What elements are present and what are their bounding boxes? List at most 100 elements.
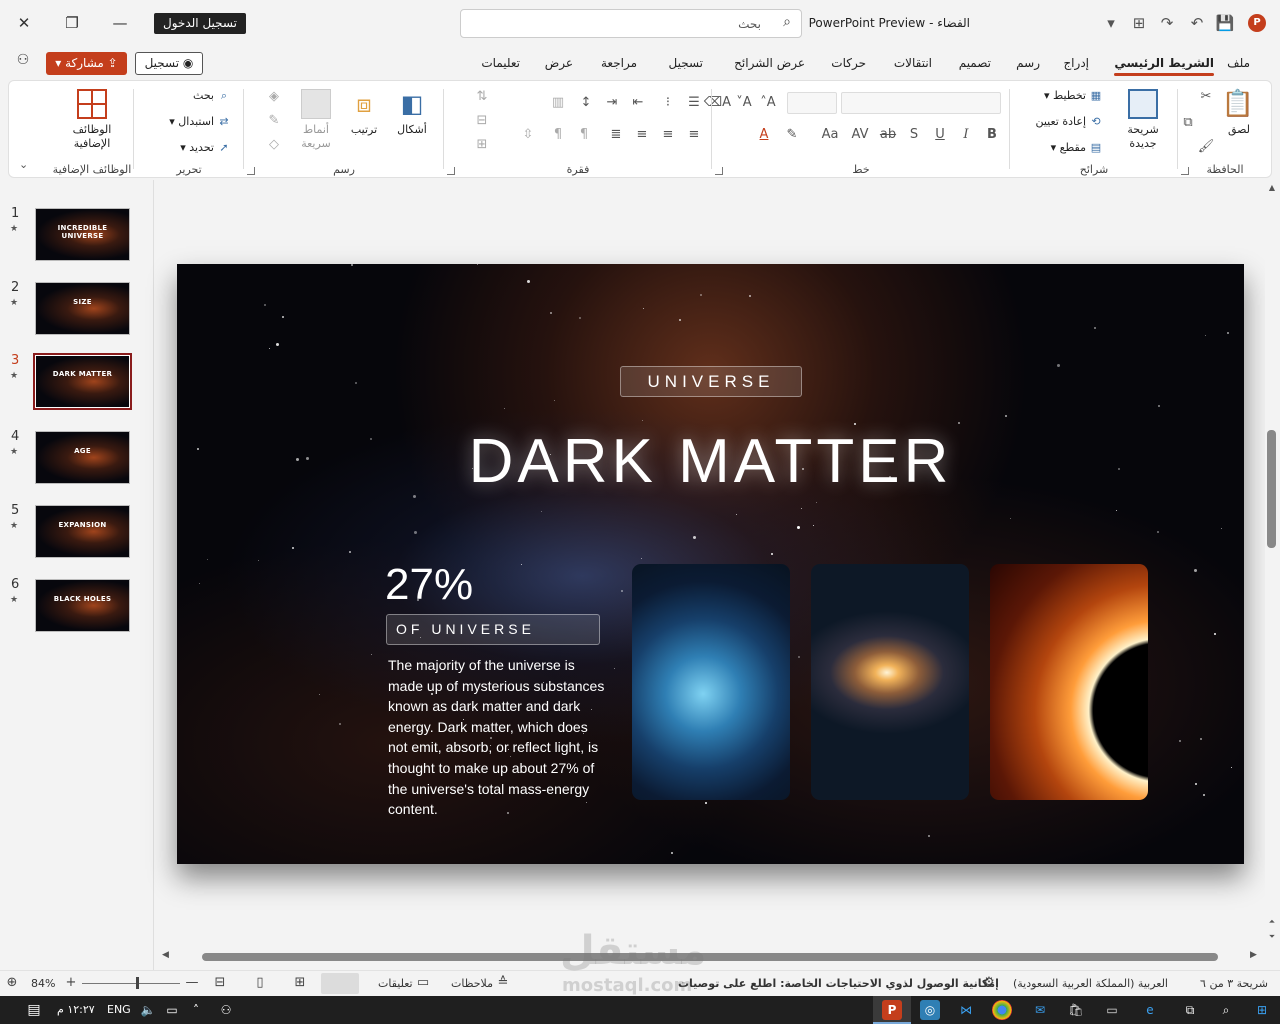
horizontal-scroll-thumb[interactable]	[202, 953, 1218, 961]
slide-body-text[interactable]: The majority of the universe is made up …	[388, 655, 606, 820]
strikethrough-icon[interactable]: ab	[879, 127, 897, 142]
slide-thumbnail-row[interactable]: 6 ★ BLACK HOLES	[0, 561, 154, 632]
decrease-font-size-icon[interactable]: A˅	[735, 95, 753, 110]
accessibility-status[interactable]: إمكانية الوصول لذوي الاحتياجات الخاصة: ا…	[678, 977, 999, 990]
minimize-icon[interactable]: —	[108, 12, 132, 34]
fit-slide-icon[interactable]: ⊕	[3, 975, 21, 990]
app-taskbar-icon[interactable]: ◎	[920, 1000, 940, 1020]
galaxy-photo[interactable]	[811, 564, 969, 800]
shape-outline-icon[interactable]: ✎	[265, 113, 283, 128]
sign-in-button[interactable]: تسجيل الدخول	[154, 13, 246, 34]
edge-taskbar-icon[interactable]: e	[1140, 1000, 1160, 1020]
font-color-icon[interactable]: A	[755, 127, 773, 142]
convert-to-smartart-icon[interactable]: ⊞	[473, 137, 491, 152]
bullets-icon[interactable]: ☰	[685, 95, 703, 110]
slide-thumbnail[interactable]: INCREDIBLE UNIVERSE	[35, 208, 130, 261]
slide-thumbnail[interactable]: SIZE	[35, 282, 130, 335]
cut-icon[interactable]: ✂	[1197, 89, 1215, 104]
tab-animations[interactable]: حركات	[831, 56, 866, 70]
comments-button[interactable]: تعليقات	[378, 977, 413, 990]
share-button[interactable]: ⇪ مشاركة ▾	[46, 52, 127, 75]
align-right-icon[interactable]: ≡	[685, 127, 703, 142]
columns-icon[interactable]: ▥	[549, 95, 567, 110]
shape-fill-icon[interactable]: ◈	[265, 89, 283, 104]
slide-thumbnail-row[interactable]: 1 ★ INCREDIBLE UNIVERSE	[0, 190, 154, 261]
character-spacing-icon[interactable]: AV	[851, 127, 869, 142]
tab-design[interactable]: تصميم	[959, 56, 991, 70]
vertical-scrollbar[interactable]	[1265, 180, 1280, 945]
select-button[interactable]: ➚تحديد ▾	[180, 141, 231, 154]
store-taskbar-icon[interactable]: 🛍	[1066, 1000, 1086, 1020]
vertical-scroll-thumb[interactable]	[1267, 430, 1276, 548]
volume-icon[interactable]: 🔈	[138, 1000, 158, 1020]
save-icon[interactable]: 💾	[1214, 12, 1236, 34]
scroll-up-icon[interactable]: ▲	[1266, 183, 1278, 192]
zoom-slider-knob[interactable]	[136, 977, 139, 989]
align-left-icon[interactable]: ≡	[633, 127, 651, 142]
addins-button[interactable]: الوظائف الإضافية	[57, 89, 127, 151]
change-case-icon[interactable]: Aa	[821, 127, 839, 142]
language-indicator[interactable]: العربية (المملكة العربية السعودية)	[1013, 977, 1168, 990]
shapes-button[interactable]: ◧ أشكال	[389, 89, 435, 137]
scroll-left-icon[interactable]: ◀	[162, 950, 169, 960]
file-explorer-taskbar-icon[interactable]: ▭	[1102, 1000, 1122, 1020]
copy-icon[interactable]: ⧉	[1179, 115, 1197, 130]
slide-thumbnail-row[interactable]: 2 ★ SIZE	[0, 264, 154, 335]
tab-draw[interactable]: رسم	[1016, 56, 1040, 70]
section-button[interactable]: ▤مقطع ▾	[1051, 141, 1103, 154]
clear-formatting-icon[interactable]: A⌫	[704, 95, 731, 110]
people-icon[interactable]: ⚇	[216, 1000, 236, 1020]
taskbar-language[interactable]: ENG	[107, 1003, 131, 1016]
font-launcher-icon[interactable]	[715, 167, 723, 175]
rtl-direction-icon[interactable]: ¶	[575, 127, 593, 142]
present-from-beginning-icon[interactable]: ⊞	[1128, 12, 1150, 34]
tab-record[interactable]: تسجيل	[669, 56, 704, 70]
zoom-slider-track[interactable]	[82, 983, 180, 984]
slide-thumbnail[interactable]: EXPANSION	[35, 505, 130, 558]
increase-font-size-icon[interactable]: A˄	[759, 95, 777, 110]
slide-canvas[interactable]: UNIVERSE DARK MATTER 27% OF UNIVERSE The…	[177, 264, 1244, 864]
notes-icon[interactable]: ≙	[494, 975, 512, 990]
justify-icon[interactable]: ≣	[607, 127, 625, 142]
scroll-right-icon[interactable]: ▶	[1250, 950, 1257, 960]
task-view-icon[interactable]: ⧉	[1180, 1000, 1200, 1020]
slide-thumbnail[interactable]: AGE	[35, 431, 130, 484]
slide-thumbnail-row[interactable]: 5 ★ EXPANSION	[0, 487, 154, 558]
tab-insert[interactable]: إدراج	[1063, 56, 1089, 70]
vscode-taskbar-icon[interactable]: ⋈	[956, 1000, 976, 1020]
font-size-combobox[interactable]	[787, 92, 837, 114]
record-button[interactable]: ◉ تسجيل	[135, 52, 203, 75]
clipboard-launcher-icon[interactable]	[1181, 167, 1189, 175]
slide-thumbnail-row[interactable]: 4 ★ AGE	[0, 413, 154, 484]
previous-slide-icon[interactable]: ⏶	[1266, 917, 1278, 927]
layout-button[interactable]: ▦تخطيط ▾	[1044, 89, 1103, 102]
comments-icon[interactable]: ▭	[414, 975, 432, 990]
slide-stat-value[interactable]: 27%	[385, 560, 473, 610]
chrome-taskbar-icon[interactable]	[992, 1000, 1012, 1020]
line-spacing-icon[interactable]: ↕	[577, 95, 595, 110]
tab-home[interactable]: الشريط الرئيسي	[1114, 56, 1214, 76]
tab-view[interactable]: عرض	[545, 56, 573, 70]
search-box[interactable]: ⌕ بحث	[460, 9, 802, 38]
format-painter-icon[interactable]: 🖌	[1197, 139, 1215, 154]
drawing-launcher-icon[interactable]	[247, 167, 255, 175]
tab-review[interactable]: مراجعة	[601, 56, 637, 70]
shape-effects-icon[interactable]: ◇	[265, 137, 283, 152]
slide-show-icon[interactable]: ⊟	[211, 975, 229, 990]
taskbar-clock[interactable]: ١٢:٢٧ م	[57, 1003, 95, 1016]
next-slide-icon[interactable]: ⏷	[1266, 932, 1278, 942]
slide-title[interactable]: DARK MATTER	[177, 426, 1244, 497]
tab-file[interactable]: ملف	[1227, 56, 1250, 70]
quick-styles-button[interactable]: أنماط سريعة	[293, 89, 339, 151]
slide-stat-label[interactable]: OF UNIVERSE	[386, 614, 600, 645]
highlight-icon[interactable]: ✎	[783, 127, 801, 142]
slide-sorter-icon[interactable]: ⊞	[291, 975, 309, 990]
slide-eyebrow-label[interactable]: UNIVERSE	[620, 366, 802, 397]
redo-icon[interactable]: ↷	[1156, 12, 1178, 34]
paste-button[interactable]: 📋 لصق	[1217, 89, 1261, 137]
align-text-icon[interactable]: ⇳	[519, 127, 537, 142]
align-center-icon[interactable]: ≡	[659, 127, 677, 142]
undo-icon[interactable]: ↶	[1186, 12, 1208, 34]
new-slide-button[interactable]: شريحة جديدة	[1117, 89, 1169, 151]
coauthoring-icon[interactable]: ⚇	[12, 52, 34, 74]
